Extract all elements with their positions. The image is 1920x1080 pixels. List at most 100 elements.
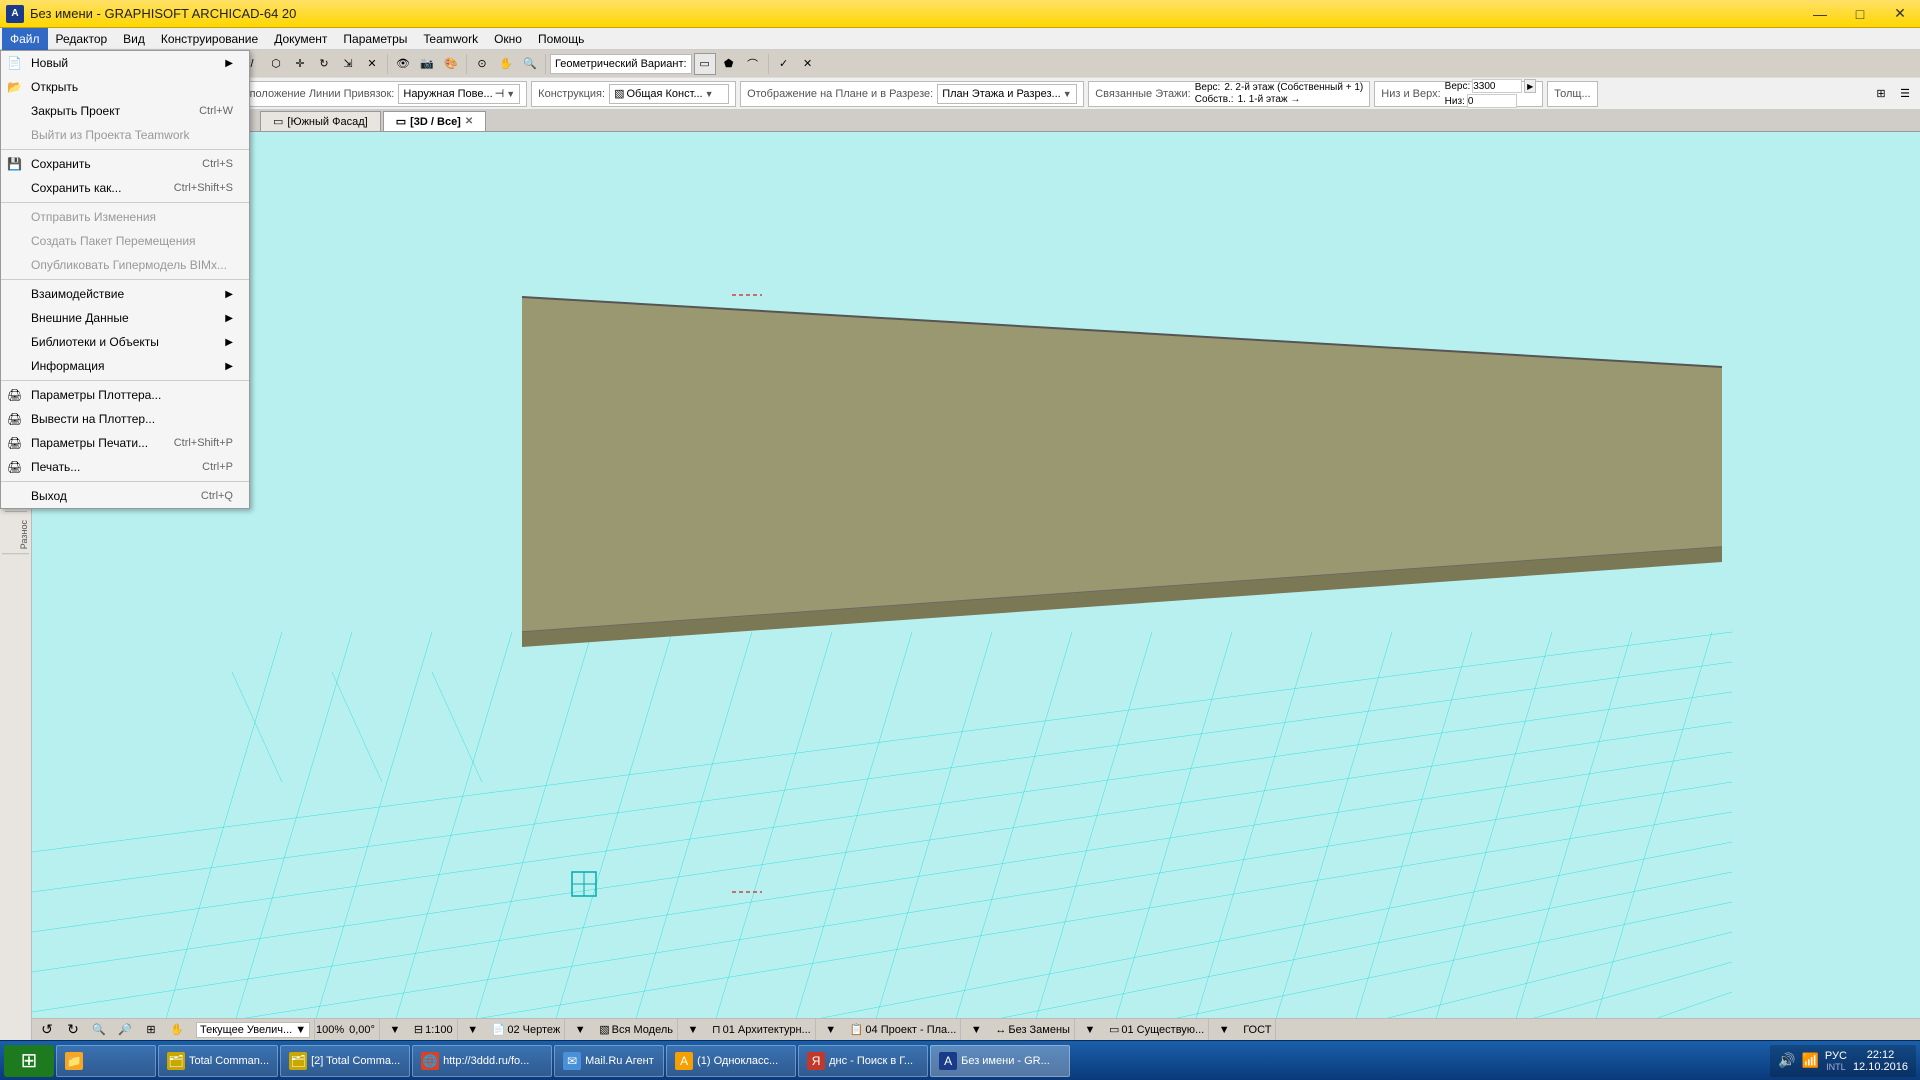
menu-exit[interactable]: Выход Ctrl+Q [1, 484, 249, 508]
taskbar-archicad[interactable]: A Без имени - GR... [930, 1045, 1070, 1077]
close-shape-btn[interactable]: ✕ [361, 53, 383, 75]
tab-3d-all[interactable]: ▭ [3D / Все] ✕ [383, 111, 487, 131]
taskbar-totalcmd2[interactable]: 🗂 [2] Total Comma... [280, 1045, 410, 1077]
display-dropdown[interactable]: План Этажа и Разрез... ▼ [937, 84, 1077, 104]
lo-value-input[interactable] [1467, 94, 1517, 108]
print-icon: 🖨 [7, 460, 22, 474]
thickness-panel: Толщ... [1547, 81, 1597, 107]
scale-btn[interactable]: ⇲ [337, 53, 359, 75]
lo-label: Низ: [1445, 96, 1465, 107]
start-icon: ⊞ [21, 1048, 38, 1073]
display-panel: Отображение на Плане и в Разрезе: План Э… [740, 81, 1084, 107]
menu-open[interactable]: 📂 Открыть [1, 75, 249, 99]
menu-send-changes: Отправить Изменения [1, 205, 249, 229]
arch-arrow[interactable]: ▼ [820, 1019, 842, 1041]
taskbar-browser[interactable]: 🌐 http://3ddd.ru/fo... [412, 1045, 552, 1077]
menu-new[interactable]: 📄 Новый ▶ [1, 51, 249, 75]
taskbar-mail[interactable]: ✉ Mail.Ru Агент [554, 1045, 664, 1077]
replace-arrow[interactable]: ▼ [1079, 1019, 1101, 1041]
orbit-btn[interactable]: ⊙ [471, 53, 493, 75]
lang-display[interactable]: РУС INTL [1825, 1050, 1847, 1072]
model-arrow[interactable]: ▼ [682, 1019, 704, 1041]
menu-teamwork[interactable]: Teamwork [415, 28, 486, 50]
taskbar-totalcmd1[interactable]: 🗂 Total Comman... [158, 1045, 278, 1077]
cancel-edit-btn[interactable]: ✕ [797, 53, 819, 75]
zoom-percent[interactable]: 100% [319, 1019, 341, 1041]
layer-arrow[interactable]: ▼ [569, 1019, 591, 1041]
menu-window[interactable]: Окно [486, 28, 530, 50]
hi-increment[interactable]: ▶ [1524, 79, 1536, 93]
zoom-in-status[interactable]: 🔍 [88, 1019, 110, 1041]
floors-panel: Связанные Этажи: Верс: 2. 2-й этаж (Собс… [1088, 81, 1370, 107]
start-button[interactable]: ⊞ [4, 1045, 54, 1077]
network-icon[interactable]: 📶 [1801, 1052, 1818, 1069]
arc-tool[interactable]: ⌒ [742, 53, 764, 75]
close-button[interactable]: ✕ [1880, 0, 1920, 28]
proj-icon: 📋 [850, 1023, 864, 1036]
menu-view[interactable]: Вид [115, 28, 153, 50]
menu-save-as[interactable]: Сохранить как... Ctrl+Shift+S [1, 176, 249, 200]
info-arrow: ▶ [225, 361, 233, 372]
volume-icon[interactable]: 🔊 [1778, 1052, 1795, 1069]
proj-arrow[interactable]: ▼ [965, 1019, 987, 1041]
camera-btn[interactable]: 📷 [416, 53, 438, 75]
move-btn[interactable]: ✛ [289, 53, 311, 75]
menu-params[interactable]: Параметры [335, 28, 415, 50]
menu-print-params[interactable]: 🖨 Параметры Печати... Ctrl+Shift+P [1, 431, 249, 455]
menu-create-packet: Создать Пакет Перемещения [1, 229, 249, 253]
maximize-button[interactable]: □ [1840, 0, 1880, 28]
menu-info[interactable]: Информация ▶ [1, 354, 249, 378]
title-bar: A Без имени - GRAPHISOFT ARCHICAD-64 20 … [0, 0, 1920, 28]
view3d-btn[interactable]: 👁 [392, 53, 414, 75]
pan3d-btn[interactable]: ✋ [495, 53, 517, 75]
exist-arrow[interactable]: ▼ [1213, 1019, 1235, 1041]
tab-south-facade[interactable]: ▭ [Южный Фасад] [260, 111, 381, 131]
toolbar-row-2: Укти...ны Несущие ▼ ⊟ ⊠ ⊡ Расположение Л… [0, 78, 1920, 110]
menu-close-project[interactable]: Закрыть Проект Ctrl+W [1, 99, 249, 123]
render-btn[interactable]: 🎨 [440, 53, 462, 75]
taskbar-explorer[interactable]: 📁 [56, 1045, 156, 1077]
menu-print[interactable]: 🖨 Печать... Ctrl+P [1, 455, 249, 479]
menu-file[interactable]: Файл [2, 28, 48, 50]
undo-status[interactable]: ↺ [36, 1019, 58, 1041]
view-icon-1[interactable]: ⊞ [1870, 83, 1892, 105]
menu-design[interactable]: Конструирование [153, 28, 266, 50]
rotate-btn[interactable]: ↻ [313, 53, 335, 75]
taskbar-yandex[interactable]: Я днс - Поиск в Г... [798, 1045, 928, 1077]
menu-libraries[interactable]: Библиотеки и Объекты ▶ [1, 330, 249, 354]
hi-value-input[interactable] [1472, 79, 1522, 93]
arch-value: 01 Архитектурн... [723, 1024, 811, 1036]
angle-dropdown[interactable]: ▼ [384, 1019, 406, 1041]
zoom-dropdown[interactable]: Текущее Увелич... ▼ [196, 1022, 310, 1038]
minimize-button[interactable]: — [1800, 0, 1840, 28]
menu-editor[interactable]: Редактор [48, 28, 116, 50]
redo-status[interactable]: ↻ [62, 1019, 84, 1041]
pan-status[interactable]: ✋ [166, 1019, 188, 1041]
poly-tool[interactable]: ⬟ [718, 53, 740, 75]
zoom3d-btn[interactable]: 🔍 [519, 53, 541, 75]
tab-3d-close[interactable]: ✕ [465, 116, 473, 127]
menu-external-data[interactable]: Внешние Данные ▶ [1, 306, 249, 330]
viewport-container: ↺ ↻ 🔍 🔎 ⊞ ✋ Текущее Увелич... ▼ 100% 0,0… [32, 132, 1920, 1040]
rect-tool[interactable]: ▭ [694, 53, 716, 75]
menu-plot[interactable]: 🖨 Вывести на Плоттер... [1, 407, 249, 431]
polygon-btn[interactable]: ⬡ [265, 53, 287, 75]
view-icon-2[interactable]: ☰ [1894, 83, 1916, 105]
taskbar-odnoklassniki[interactable]: A (1) Однокласс... [666, 1045, 796, 1077]
floors-label: Связанные Этажи: [1095, 88, 1191, 100]
menu-document[interactable]: Документ [266, 28, 335, 50]
menu-interaction[interactable]: Взаимодействие ▶ [1, 282, 249, 306]
menu-plotter-params[interactable]: 🖨 Параметры Плоттера... [1, 383, 249, 407]
zoom-out-status[interactable]: 🔎 [114, 1019, 136, 1041]
print-shortcut: Ctrl+P [202, 461, 233, 473]
fit-status[interactable]: ⊞ [140, 1019, 162, 1041]
line-placement-dropdown[interactable]: Наружная Пове... ⊣ ▼ [398, 84, 520, 104]
clock-display[interactable]: 22:12 12.10.2016 [1853, 1049, 1908, 1073]
scale-arrow[interactable]: ▼ [462, 1019, 484, 1041]
menu-help[interactable]: Помощь [530, 28, 592, 50]
zoom-arrow: ▼ [295, 1024, 306, 1036]
menu-save[interactable]: 💾 Сохранить Ctrl+S [1, 152, 249, 176]
construction-dropdown[interactable]: ▧ Общая Конст... ▼ [609, 84, 729, 104]
viewport-3d[interactable] [32, 132, 1920, 1018]
check-btn[interactable]: ✓ [773, 53, 795, 75]
